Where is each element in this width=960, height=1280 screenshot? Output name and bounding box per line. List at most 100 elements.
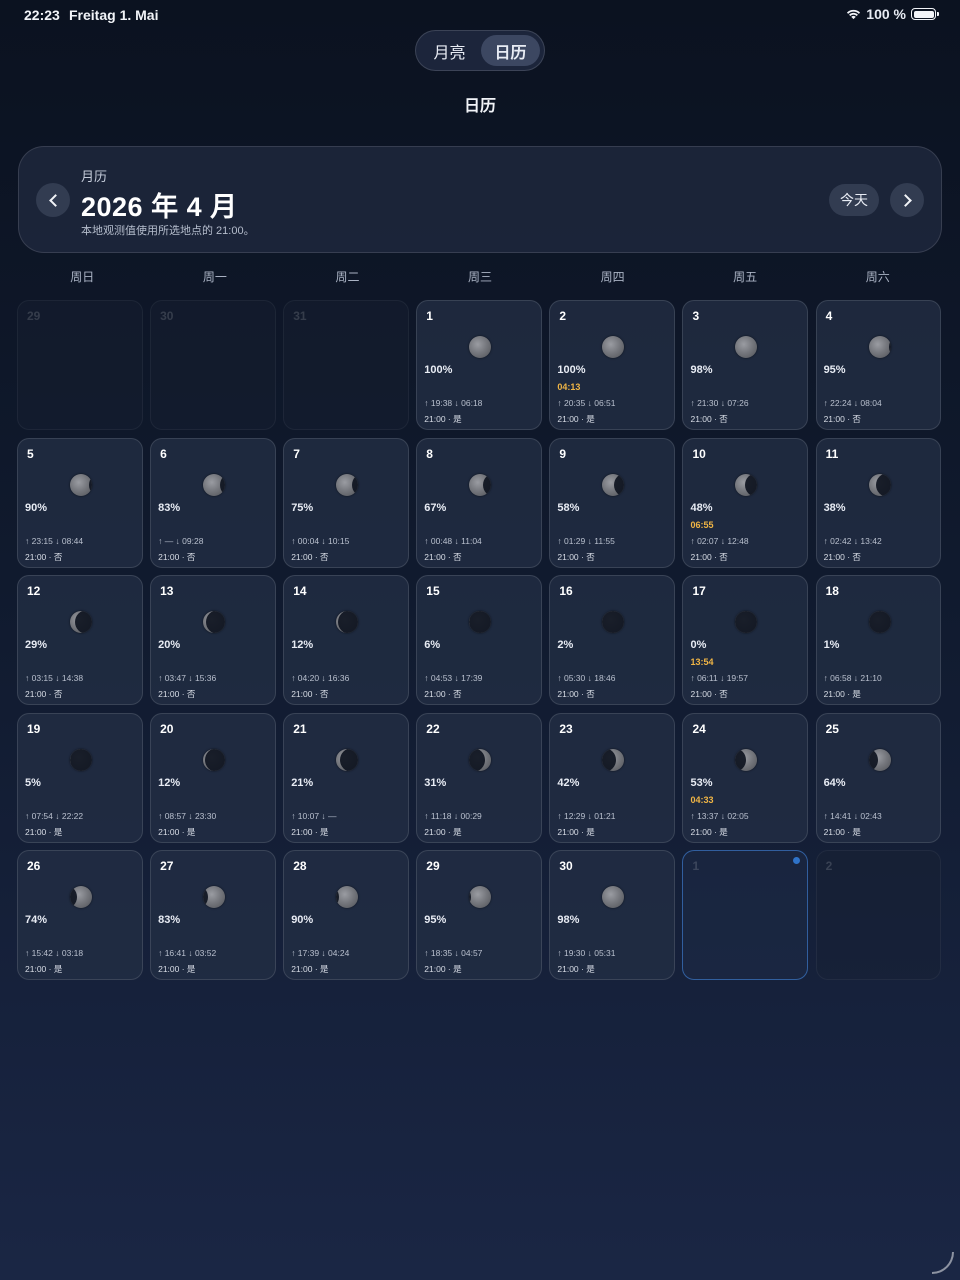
calendar-day-cell[interactable]: 11 38% ↑ 02:42 ↓ 13:42 21:00 · 否 <box>815 437 942 568</box>
day-number: 25 <box>825 721 839 736</box>
calendar-day-cell[interactable]: 2 100% 04:13 ↑ 20:35 ↓ 06:51 21:00 · 是 <box>549 300 675 430</box>
moonrise-moonset: ↑ 05:30 ↓ 18:46 <box>557 673 616 684</box>
moon-phase-icon <box>70 748 92 771</box>
chevron-left-icon <box>48 193 62 207</box>
phase-event-time: 04:13 <box>557 382 581 392</box>
battery-icon <box>911 8 939 20</box>
calendar-day-cell[interactable]: 30 98% ↑ 19:30 ↓ 05:31 21:00 · 是 <box>549 850 675 981</box>
observation-status: 21:00 · 是 <box>823 689 861 700</box>
moonrise-moonset: ↑ 01:29 ↓ 11:55 <box>557 535 615 546</box>
illumination-percent: 5% <box>25 776 41 789</box>
day-number: 31 <box>293 309 307 323</box>
previous-month-button[interactable] <box>36 183 70 217</box>
observation-status: 21:00 · 否 <box>557 551 595 562</box>
status-time: 22:23 <box>24 7 60 23</box>
moon-phase-icon <box>336 473 359 496</box>
illumination-percent: 90% <box>291 914 314 927</box>
moonrise-moonset: ↑ 03:15 ↓ 14:38 <box>25 673 84 684</box>
calendar-day-cell[interactable]: 22 31% ↑ 11:18 ↓ 00:29 21:00 · 是 <box>416 712 542 843</box>
calendar-day-cell[interactable]: 8 67% ↑ 00:48 ↓ 11:04 21:00 · 否 <box>416 437 542 568</box>
calendar-day-cell[interactable]: 30 <box>150 300 276 430</box>
weekday-label: 周三 <box>468 270 493 284</box>
illumination-percent: 67% <box>424 501 447 514</box>
calendar-day-cell[interactable]: 31 <box>283 300 409 430</box>
day-number: 16 <box>559 584 573 599</box>
moonrise-moonset: ↑ 03:47 ↓ 15:36 <box>158 673 217 684</box>
moon-phase-icon <box>735 748 758 771</box>
calendar-day-cell[interactable]: 25 64% ↑ 14:41 ↓ 02:43 21:00 · 是 <box>815 712 942 843</box>
moon-phase-icon <box>469 473 492 496</box>
next-month-button[interactable] <box>890 183 924 217</box>
day-number: 4 <box>825 309 833 323</box>
illumination-percent: 29% <box>25 639 48 652</box>
status-bar: 22:23 Freitag 1. Mai 100 % <box>0 0 960 30</box>
calendar-day-cell[interactable]: 29 <box>17 300 143 430</box>
illumination-percent: 98% <box>690 364 713 376</box>
calendar-day-cell[interactable]: 6 83% ↑ — ↓ 09:28 21:00 · 否 <box>150 437 276 568</box>
calendar-day-cell[interactable]: 5 90% ↑ 23:15 ↓ 08:44 21:00 · 否 <box>17 437 143 568</box>
observation-status: 21:00 · 否 <box>291 689 329 700</box>
calendar-day-cell[interactable]: 2 <box>815 850 942 981</box>
moon-phase-icon <box>602 336 625 358</box>
calendar-day-cell[interactable]: 29 95% ↑ 18:35 ↓ 04:57 21:00 · 是 <box>416 850 542 981</box>
moonrise-moonset: ↑ 07:54 ↓ 22:22 <box>25 810 84 821</box>
observation-status: 21:00 · 是 <box>25 826 63 837</box>
illumination-percent: 38% <box>823 501 846 514</box>
day-number: 29 <box>27 309 41 323</box>
calendar-day-cell[interactable]: 16 2% ↑ 05:30 ↓ 18:46 21:00 · 否 <box>549 575 675 706</box>
illumination-percent: 98% <box>557 914 580 927</box>
today-button[interactable]: 今天 <box>829 184 879 216</box>
illumination-percent: 58% <box>557 501 580 514</box>
calendar-day-cell[interactable]: 15 6% ↑ 04:53 ↓ 17:39 21:00 · 否 <box>416 575 542 706</box>
calendar-day-cell[interactable]: 14 12% ↑ 04:20 ↓ 16:36 21:00 · 否 <box>283 575 409 706</box>
calendar-day-cell[interactable]: 12 29% ↑ 03:15 ↓ 14:38 21:00 · 否 <box>17 575 143 706</box>
illumination-percent: 83% <box>158 501 181 514</box>
weekday-label: 周五 <box>733 270 758 284</box>
calendar-day-cell[interactable]: 4 95% ↑ 22:24 ↓ 08:04 21:00 · 否 <box>815 300 942 430</box>
observation-status: 21:00 · 否 <box>557 689 595 700</box>
calendar-day-cell[interactable]: 20 12% ↑ 08:57 ↓ 23:30 21:00 · 是 <box>150 712 276 843</box>
moonrise-moonset: ↑ 19:30 ↓ 05:31 <box>557 948 616 959</box>
observation-status: 21:00 · 否 <box>823 551 861 562</box>
calendar-day-cell[interactable]: 28 90% ↑ 17:39 ↓ 04:24 21:00 · 是 <box>283 850 409 981</box>
calendar-day-cell[interactable]: 17 0% 13:54 ↑ 06:11 ↓ 19:57 21:00 · 否 <box>682 575 808 706</box>
tab-calendar[interactable]: 日历 <box>481 35 540 66</box>
observation-status: 21:00 · 否 <box>690 414 728 424</box>
observation-status: 21:00 · 是 <box>690 826 728 837</box>
calendar-day-cell[interactable]: 3 98% ↑ 21:30 ↓ 07:26 21:00 · 否 <box>682 300 808 430</box>
phase-event-time: 13:54 <box>690 657 714 668</box>
calendar-day-cell[interactable]: 26 74% ↑ 15:42 ↓ 03:18 21:00 · 是 <box>17 850 143 981</box>
calendar-day-cell[interactable]: 10 48% 06:55 ↑ 02:07 ↓ 12:48 21:00 · 否 <box>682 437 808 568</box>
moonrise-moonset: ↑ 12:29 ↓ 01:21 <box>557 810 616 821</box>
illumination-percent: 83% <box>158 914 181 927</box>
calendar-day-cell[interactable]: 18 1% ↑ 06:58 ↓ 21:10 21:00 · 是 <box>815 575 942 706</box>
calendar-day-cell[interactable]: 24 53% 04:33 ↑ 13:37 ↓ 02:05 21:00 · 是 <box>682 712 808 843</box>
calendar-day-cell[interactable]: 13 20% ↑ 03:47 ↓ 15:36 21:00 · 否 <box>150 575 276 706</box>
weekday-label: 周二 <box>335 270 360 284</box>
battery-percent: 100 % <box>866 6 906 22</box>
tab-moon[interactable]: 月亮 <box>420 35 479 66</box>
illumination-percent: 64% <box>823 776 846 789</box>
calendar-day-cell[interactable]: 7 75% ↑ 00:04 ↓ 10:15 21:00 · 否 <box>283 437 409 568</box>
chevron-right-icon <box>898 193 912 207</box>
illumination-percent: 31% <box>424 776 447 789</box>
moon-phase-icon <box>469 336 492 358</box>
calendar-day-cell[interactable]: 23 42% ↑ 12:29 ↓ 01:21 21:00 · 是 <box>549 712 675 843</box>
calendar-day-cell[interactable]: 1 100% ↑ 19:38 ↓ 06:18 21:00 · 是 <box>416 300 542 430</box>
day-number: 6 <box>160 446 167 461</box>
calendar-day-cell[interactable]: 27 83% ↑ 16:41 ↓ 03:52 21:00 · 是 <box>150 850 276 981</box>
observation-status: 21:00 · 是 <box>557 826 595 837</box>
moon-phase-icon <box>602 748 625 771</box>
calendar-day-cell[interactable]: 19 5% ↑ 07:54 ↓ 22:22 21:00 · 是 <box>17 712 143 843</box>
day-number: 13 <box>160 584 174 599</box>
illumination-percent: 95% <box>823 364 846 376</box>
calendar-day-cell[interactable]: 9 58% ↑ 01:29 ↓ 11:55 21:00 · 否 <box>549 437 675 568</box>
moonrise-moonset: ↑ 14:41 ↓ 02:43 <box>823 810 882 821</box>
day-number: 5 <box>27 446 34 461</box>
calendar-day-cell[interactable]: 21 21% ↑ 10:07 ↓ — 21:00 · 是 <box>283 712 409 843</box>
month-title: 2026 年 4 月 <box>81 192 238 222</box>
moon-phase-icon <box>336 748 359 771</box>
calendar-day-cell[interactable]: 1 <box>682 850 808 981</box>
moon-phase-icon <box>868 336 891 358</box>
moonrise-moonset: ↑ 04:20 ↓ 16:36 <box>291 673 350 684</box>
